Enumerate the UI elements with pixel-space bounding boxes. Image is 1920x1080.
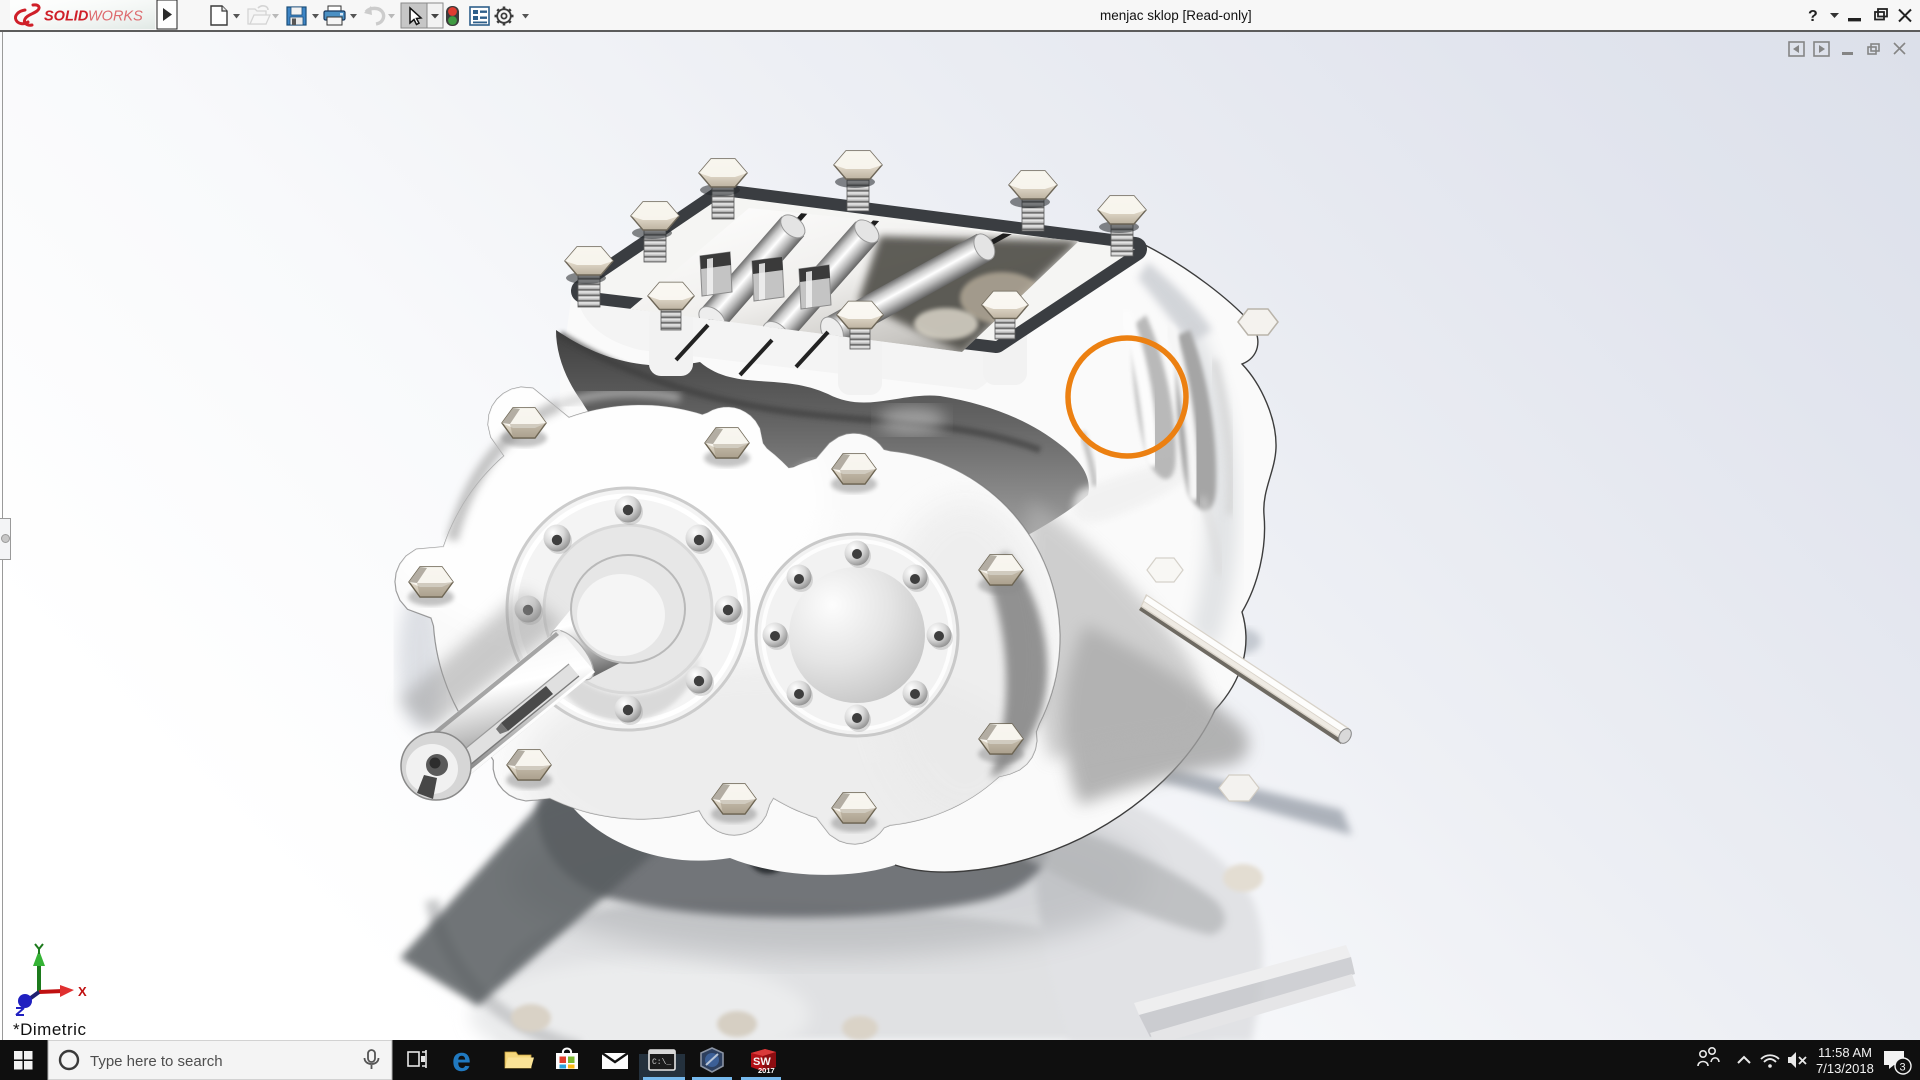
svg-text:X: X [78, 984, 87, 999]
svg-text:e: e [452, 1041, 471, 1079]
svg-text:Type here to search: Type here to search [90, 1053, 223, 1070]
svg-text:11:58 AM: 11:58 AM [1818, 1045, 1872, 1060]
svg-text:C:\_: C:\_ [652, 1058, 671, 1067]
svg-text:2017: 2017 [758, 1066, 775, 1075]
svg-text:menjac sklop [Read-only]: menjac sklop [Read-only] [1100, 8, 1252, 23]
svg-text:7/13/2018: 7/13/2018 [1816, 1061, 1874, 1076]
svg-text:WORKS: WORKS [88, 9, 143, 25]
svg-text:?: ? [1808, 8, 1818, 25]
svg-text:SOLID: SOLID [44, 9, 89, 25]
svg-text:3: 3 [1900, 1062, 1906, 1074]
